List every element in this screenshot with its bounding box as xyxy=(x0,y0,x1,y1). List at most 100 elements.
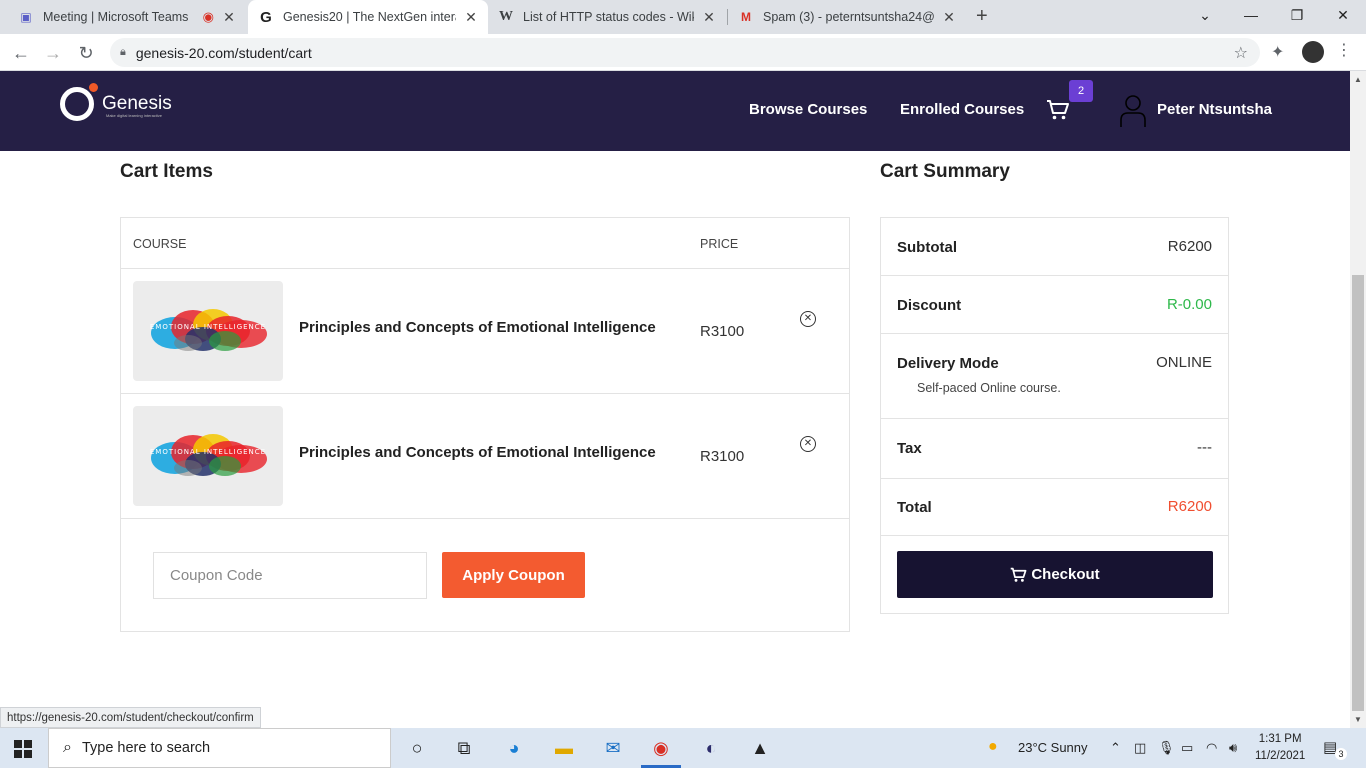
close-window-button[interactable]: ✕ xyxy=(1320,0,1366,30)
microphone-icon[interactable]: 🎙︎ xyxy=(1158,740,1175,756)
course-price: R3100 xyxy=(700,323,745,340)
genesis-icon: G xyxy=(260,8,272,26)
genesis-logo[interactable]: Genesis Make digital learning interactiv… xyxy=(60,83,172,121)
discount-label: Discount xyxy=(897,297,962,314)
logo-mark xyxy=(60,83,98,121)
browser-tabstrip: ▣ Meeting | Microsoft Teams ◉ ✕ G Genesi… xyxy=(0,0,1366,34)
user-name[interactable]: Peter Ntsuntsha xyxy=(1157,101,1272,118)
profile-avatar[interactable] xyxy=(1302,41,1324,63)
volume-icon[interactable]: 🔊︎ xyxy=(1229,740,1237,756)
back-button[interactable]: ← xyxy=(10,42,32,64)
taskbar-clock[interactable]: 1:31 PM 11/2/2021 xyxy=(1255,731,1305,765)
remove-item-icon[interactable]: ✕ xyxy=(800,436,816,452)
coupon-code-input[interactable] xyxy=(153,552,427,599)
chrome-icon[interactable]: ◉ xyxy=(646,734,676,762)
scroll-down-icon[interactable]: ▼ xyxy=(1354,715,1362,724)
cart-summary-title: Cart Summary xyxy=(880,161,1010,182)
clock-date: 11/2/2021 xyxy=(1255,750,1306,762)
user-icon[interactable] xyxy=(1120,94,1146,128)
recording-icon: ◉ xyxy=(202,9,214,24)
close-tab-icon[interactable]: ✕ xyxy=(942,9,956,26)
close-tab-icon[interactable]: ✕ xyxy=(702,9,716,26)
scrollbar-thumb[interactable] xyxy=(1352,275,1364,711)
tab-genesis[interactable]: G Genesis20 | The NextGen interact ✕ xyxy=(248,0,488,34)
eclipse-icon[interactable]: ◐ xyxy=(696,734,726,762)
bookmark-star-icon[interactable]: ☆ xyxy=(1234,43,1248,63)
menu-kebab-icon[interactable]: ⋮ xyxy=(1336,40,1352,60)
total-value: R6200 xyxy=(1167,498,1212,515)
cart-table-header: COURSE PRICE xyxy=(121,218,849,269)
checkout-button[interactable]: Checkout xyxy=(897,551,1213,598)
svg-text:EMOTIONAL INTELLIGENCE: EMOTIONAL INTELLIGENCE xyxy=(150,323,266,331)
cart-row: EMOTIONAL INTELLIGENCE Principles and Co… xyxy=(121,394,849,519)
cart-icon[interactable] xyxy=(1046,99,1070,127)
scroll-up-icon[interactable]: ▲ xyxy=(1354,75,1362,84)
mail-icon[interactable]: ✉ xyxy=(598,734,628,762)
meet-now-icon[interactable]: ◫ xyxy=(1134,740,1146,756)
discount-value: R-0.00 xyxy=(1166,296,1212,313)
search-icon: ⌕ xyxy=(63,739,72,756)
reload-button[interactable]: ↻ xyxy=(75,42,97,64)
wikipedia-icon: W xyxy=(499,9,513,24)
course-name[interactable]: Principles and Concepts of Emotional Int… xyxy=(299,319,656,336)
course-thumbnail[interactable]: EMOTIONAL INTELLIGENCE xyxy=(133,281,283,381)
cart-icon xyxy=(1011,567,1027,582)
cortana-icon[interactable]: ○ xyxy=(402,734,432,762)
page-scrollbar[interactable]: ▲ ▼ xyxy=(1350,71,1366,728)
course-thumbnail[interactable]: EMOTIONAL INTELLIGENCE xyxy=(133,406,283,506)
summary-total-row: Total R6200 xyxy=(881,479,1228,536)
task-view-icon[interactable]: ⧉ xyxy=(449,734,479,762)
subtotal-value: R6200 xyxy=(1167,238,1212,255)
tax-label: Tax xyxy=(897,440,922,457)
notification-count: 3 xyxy=(1335,748,1347,760)
weather-icon[interactable]: ● xyxy=(988,738,998,756)
photos-icon[interactable]: ▲ xyxy=(745,734,775,762)
summary-subtotal-row: Subtotal R6200 xyxy=(881,218,1228,276)
delivery-mode-label: Delivery Mode xyxy=(897,355,999,372)
course-name[interactable]: Principles and Concepts of Emotional Int… xyxy=(299,444,656,461)
svg-text:EMOTIONAL INTELLIGENCE: EMOTIONAL INTELLIGENCE xyxy=(150,448,266,456)
delivery-mode-value: ONLINE xyxy=(1156,354,1212,371)
tab-teams[interactable]: ▣ Meeting | Microsoft Teams ◉ ✕ xyxy=(8,0,246,34)
minimize-button[interactable]: — xyxy=(1228,0,1274,30)
new-tab-button[interactable]: + xyxy=(976,5,988,28)
windows-taskbar: ⌕ Type here to search ○ ⧉ ◕ ▬ ✉ ◉ ◐ ▲ ● … xyxy=(0,728,1366,768)
weather-text[interactable]: 23°C Sunny xyxy=(1018,740,1088,755)
tray-chevron-icon[interactable]: ⌃ xyxy=(1110,740,1121,756)
course-price: R3100 xyxy=(700,448,745,465)
emotional-intelligence-image: EMOTIONAL INTELLIGENCE xyxy=(150,434,267,476)
battery-icon[interactable]: ▭ xyxy=(1181,740,1193,756)
edge-icon[interactable]: ◕ xyxy=(499,734,529,762)
total-label: Total xyxy=(897,499,932,516)
tab-gmail[interactable]: M Spam (3) - peterntsuntsha24@gn ✕ xyxy=(728,0,966,34)
cart-summary-panel: Subtotal R6200 Discount R-0.00 Delivery … xyxy=(880,217,1229,614)
remove-item-icon[interactable]: ✕ xyxy=(800,311,816,327)
file-explorer-icon[interactable]: ▬ xyxy=(549,734,579,762)
emotional-intelligence-image: EMOTIONAL INTELLIGENCE xyxy=(150,309,267,351)
cart-row: EMOTIONAL INTELLIGENCE Principles and Co… xyxy=(121,269,849,394)
close-tab-icon[interactable]: ✕ xyxy=(464,9,478,26)
cart-icon-svg xyxy=(1047,100,1069,120)
taskbar-search[interactable]: ⌕ Type here to search xyxy=(48,728,391,768)
cart-items-title: Cart Items xyxy=(120,161,213,182)
restore-button[interactable]: ❐ xyxy=(1274,0,1320,30)
close-tab-icon[interactable]: ✕ xyxy=(222,9,236,26)
address-bar[interactable]: 🔒︎ genesis-20.com/student/cart ☆ xyxy=(110,38,1260,67)
gmail-icon: M xyxy=(741,10,751,24)
lock-icon: 🔒︎ xyxy=(120,46,126,58)
extensions-icon[interactable]: ✦ xyxy=(1271,42,1284,62)
apply-coupon-button[interactable]: Apply Coupon xyxy=(442,552,585,598)
forward-button[interactable]: → xyxy=(42,42,64,64)
site-header: Genesis Make digital learning interactiv… xyxy=(0,71,1350,151)
tab-wikipedia[interactable]: W List of HTTP status codes - Wikip ✕ xyxy=(488,0,726,34)
status-bar-url: https://genesis-20.com/student/checkout/… xyxy=(0,707,261,728)
tab-search-icon[interactable]: ⌄ xyxy=(1182,0,1228,30)
summary-delivery-row: Delivery Mode ONLINE Self-paced Online c… xyxy=(881,334,1228,419)
delivery-note: Self-paced Online course. xyxy=(917,381,1061,395)
browser-toolbar: ← → ↻ 🔒︎ genesis-20.com/student/cart ☆ xyxy=(0,34,1366,71)
windows-start-icon[interactable] xyxy=(14,740,32,758)
wifi-icon[interactable]: ◠ xyxy=(1206,740,1217,756)
nav-browse-courses[interactable]: Browse Courses xyxy=(749,101,867,118)
url-text: genesis-20.com/student/cart xyxy=(135,44,312,61)
nav-enrolled-courses[interactable]: Enrolled Courses xyxy=(900,101,1024,118)
